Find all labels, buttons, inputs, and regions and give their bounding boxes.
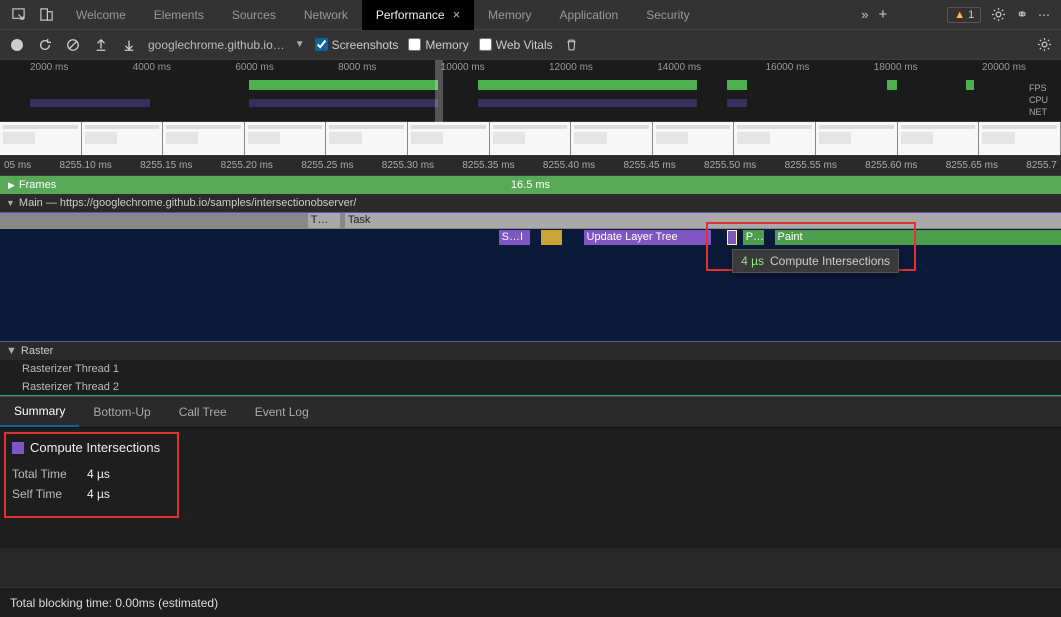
summary-self-time: Self Time 4 µs	[12, 487, 1049, 501]
tab-network[interactable]: Network	[290, 0, 362, 30]
filmstrip-thumb[interactable]	[326, 122, 408, 155]
collapse-icon[interactable]: ▼	[6, 198, 15, 208]
filmstrip-thumb[interactable]	[571, 122, 653, 155]
reload-button[interactable]	[36, 36, 54, 54]
tab-elements[interactable]: Elements	[140, 0, 218, 30]
overview-side-labels: FPS CPU NET	[1029, 82, 1059, 118]
upload-button[interactable]	[92, 36, 110, 54]
more-tabs-icon[interactable]: »	[861, 7, 868, 22]
settings-gear-icon[interactable]	[991, 7, 1006, 22]
btab-calltree[interactable]: Call Tree	[165, 397, 241, 427]
inspect-icon[interactable]	[6, 3, 30, 27]
btab-summary[interactable]: Summary	[0, 397, 79, 427]
filmstrip-thumb[interactable]	[979, 122, 1061, 155]
main-thread-header[interactable]: ▼ Main — https://googlechrome.github.io/…	[0, 194, 1061, 212]
detail-ruler[interactable]: 05 ms8255.10 ms8255.15 ms8255.20 ms8255.…	[0, 156, 1061, 176]
tooltip-duration: 4 µs	[741, 254, 764, 268]
screenshots-checkbox[interactable]: Screenshots	[315, 38, 399, 52]
tab-memory[interactable]: Memory	[474, 0, 545, 30]
clear-button[interactable]	[64, 36, 82, 54]
flame-segment[interactable]: P…	[743, 230, 764, 245]
frames-label: Frames	[19, 179, 56, 191]
filmstrip-thumb[interactable]	[490, 122, 572, 155]
btab-eventlog[interactable]: Event Log	[241, 397, 323, 427]
filmstrip-thumb[interactable]	[82, 122, 164, 155]
flame-task[interactable]: T…	[308, 213, 340, 228]
trash-icon[interactable]	[563, 36, 581, 54]
warning-icon: ▲	[954, 9, 965, 21]
frame-duration: 16.5 ms	[511, 179, 550, 191]
filmstrip-thumb[interactable]	[408, 122, 490, 155]
filmstrip-thumb[interactable]	[653, 122, 735, 155]
frames-row[interactable]: ▶ Frames 16.5 ms	[0, 176, 1061, 194]
overview-ticks: 2000 ms4000 ms6000 ms8000 ms10000 ms1200…	[30, 62, 1026, 76]
flame-segment[interactable]: S…I	[499, 230, 531, 245]
filmstrip-thumb[interactable]	[816, 122, 898, 155]
device-icon[interactable]	[34, 3, 58, 27]
top-tabs: Welcome Elements Sources Network Perform…	[62, 0, 861, 30]
add-tab-icon[interactable]: +	[878, 6, 887, 23]
footer-status: Total blocking time: 0.00ms (estimated)	[0, 587, 1061, 617]
tab-sources[interactable]: Sources	[218, 0, 290, 30]
filmstrip-thumb[interactable]	[898, 122, 980, 155]
flame-compute-intersections[interactable]	[727, 230, 738, 245]
overview-cpu-track	[30, 95, 1026, 107]
btab-bottomup[interactable]: Bottom-Up	[79, 397, 164, 427]
summary-panel: Compute Intersections Total Time 4 µs Se…	[0, 428, 1061, 548]
filmstrip-thumb[interactable]	[245, 122, 327, 155]
tab-performance[interactable]: Performance×	[362, 0, 474, 30]
tab-application[interactable]: Application	[546, 0, 633, 30]
warnings-badge[interactable]: ▲1	[947, 7, 981, 23]
tooltip-name: Compute Intersections	[770, 254, 890, 268]
flame-task[interactable]: Task	[345, 213, 1061, 228]
filmstrip[interactable]	[0, 122, 1061, 156]
overview-timeline[interactable]: 2000 ms4000 ms6000 ms8000 ms10000 ms1200…	[0, 60, 1061, 122]
panel-settings-icon[interactable]	[1035, 36, 1053, 54]
filmstrip-thumb[interactable]	[0, 122, 82, 155]
summary-title: Compute Intersections	[12, 440, 1049, 455]
host-label: googlechrome.github.io…	[148, 38, 285, 52]
expand-icon[interactable]: ▶	[8, 180, 15, 191]
kebab-icon[interactable]: ⋯	[1038, 8, 1051, 22]
close-icon[interactable]: ×	[453, 7, 461, 22]
overview-fps-track	[30, 80, 1026, 90]
flame-tooltip: 4 µs Compute Intersections	[732, 249, 899, 273]
collapse-icon[interactable]: ▼	[6, 345, 17, 357]
webvitals-checkbox[interactable]: Web Vitals	[479, 38, 553, 52]
color-swatch	[12, 442, 24, 454]
tab-security[interactable]: Security	[632, 0, 703, 30]
raster-thread-2[interactable]: Rasterizer Thread 2	[0, 378, 1061, 396]
flame-segment[interactable]	[541, 230, 562, 245]
account-icon[interactable]: ⚭	[1016, 6, 1028, 23]
raster-header[interactable]: ▼ Raster	[0, 342, 1061, 360]
dropdown-icon[interactable]: ▼	[295, 39, 305, 50]
memory-checkbox[interactable]: Memory	[408, 38, 468, 52]
filmstrip-thumb[interactable]	[734, 122, 816, 155]
raster-thread-1[interactable]: Rasterizer Thread 1	[0, 360, 1061, 378]
summary-total-time: Total Time 4 µs	[12, 467, 1049, 481]
record-button[interactable]	[8, 36, 26, 54]
filmstrip-thumb[interactable]	[163, 122, 245, 155]
overview-marker[interactable]	[435, 60, 443, 122]
flame-chart[interactable]: T… Task S…I Update Layer Tree P… Paint 4…	[0, 212, 1061, 342]
tab-welcome[interactable]: Welcome	[62, 0, 140, 30]
download-button[interactable]	[120, 36, 138, 54]
flame-update-layer-tree[interactable]: Update Layer Tree	[584, 230, 711, 245]
flame-paint[interactable]: Paint	[775, 230, 1061, 245]
